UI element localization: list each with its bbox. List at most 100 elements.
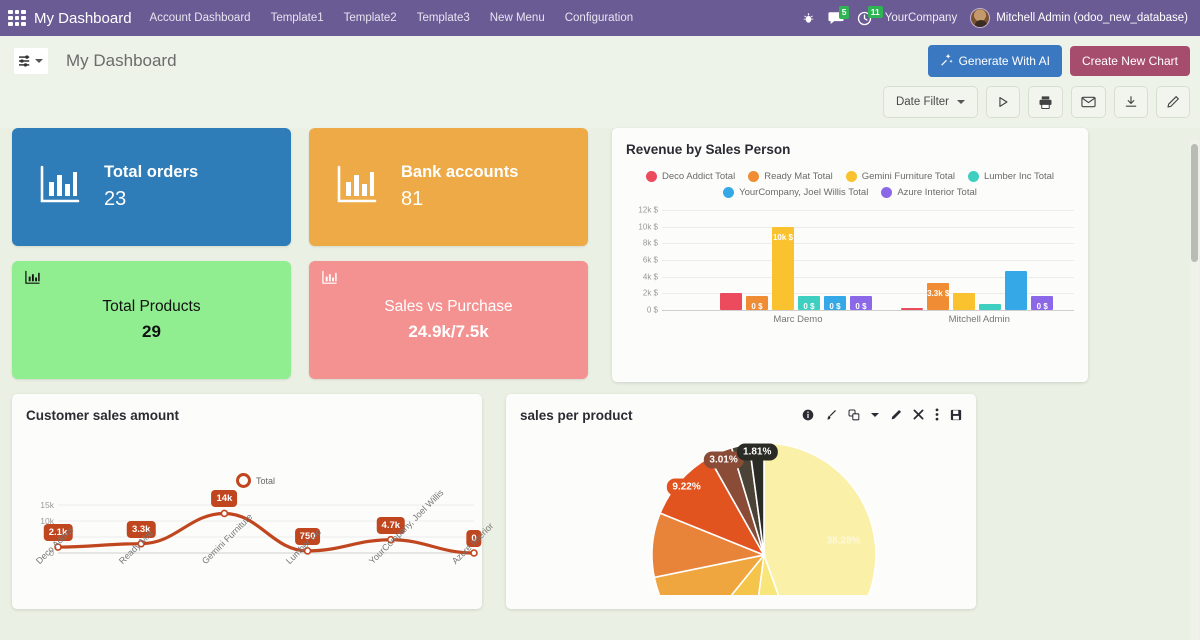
bar[interactable]	[953, 292, 976, 310]
legend-label: Deco Addict Total	[661, 171, 736, 182]
apps-grid-icon[interactable]	[6, 7, 28, 29]
bar-value-label: 0 $	[803, 301, 815, 311]
date-filter-label: Date Filter	[895, 96, 949, 108]
bar-value-label: 10k $	[772, 232, 793, 242]
y-tick-label: 4k $	[642, 272, 658, 282]
y-tick-label: 6k $	[642, 255, 658, 265]
top-navbar: My Dashboard Account Dashboard Template1…	[0, 0, 1200, 36]
legend-item-1[interactable]: Ready Mat Total	[748, 171, 833, 182]
legend-item-2[interactable]: Gemini Furniture Total	[845, 171, 955, 182]
legend-item-4[interactable]: YourCompany, Joel Willis Total	[723, 187, 868, 198]
kpi-value: 29	[142, 322, 161, 341]
create-new-chart-button[interactable]: Create New Chart	[1069, 46, 1190, 76]
play-icon[interactable]	[986, 86, 1020, 118]
kpi-tile-total-orders[interactable]: Total orders 23	[12, 128, 291, 246]
kpi-value: 23	[104, 187, 127, 210]
bar[interactable]: 0 $	[823, 295, 846, 311]
kpi-tiles-group: Total orders 23 Bank accounts 81 Total P…	[12, 128, 588, 382]
legend-color-dot	[881, 187, 893, 198]
legend-label: Gemini Furniture Total	[861, 171, 955, 182]
pencil-icon[interactable]	[1156, 86, 1190, 118]
control-panel-top-row: My Dashboard Generate With AI Create New…	[10, 44, 1190, 78]
bar[interactable]	[719, 292, 742, 310]
close-icon[interactable]	[913, 409, 924, 420]
company-selector[interactable]: YourCompany	[885, 12, 957, 24]
pencil-icon[interactable]	[890, 409, 902, 421]
bar-chart-x-axis: Marc Demo Mitchell Admin	[662, 314, 1074, 330]
bar-value-label: 0 $	[829, 301, 841, 311]
bar-chart-icon	[24, 270, 41, 291]
nav-link-account-dashboard[interactable]: Account Dashboard	[150, 12, 251, 24]
card-title: Revenue by Sales Person	[626, 142, 791, 157]
bar-chart-icon	[335, 164, 379, 211]
card-title: Customer sales amount	[26, 408, 180, 423]
nav-link-template2[interactable]: Template2	[344, 12, 397, 24]
nav-link-configuration[interactable]: Configuration	[565, 12, 633, 24]
bar-group-1: 3.3k $ 750 $ 0 $	[901, 270, 1054, 319]
paintbrush-icon[interactable]	[825, 409, 837, 421]
messages-icon[interactable]: 5	[828, 6, 850, 25]
kpi-value: 24.9k/7.5k	[408, 322, 489, 341]
bar[interactable]: 750 $	[979, 303, 1002, 319]
navbar-right-group: 5 11 YourCompany Mitchell Admin (odoo_ne…	[802, 5, 1192, 28]
vertical-scrollbar[interactable]	[1190, 140, 1199, 640]
legend-color-dot	[645, 171, 657, 182]
copy-icon[interactable]	[848, 409, 860, 421]
bar[interactable]	[901, 308, 924, 310]
scrollbar-thumb[interactable]	[1191, 144, 1198, 262]
kpi-tile-bank-accounts[interactable]: Bank accounts 81	[309, 128, 588, 246]
y-tick-label: 0 $	[646, 305, 658, 315]
generate-with-ai-button[interactable]: Generate With AI	[927, 45, 1062, 77]
control-panel-toolbar: Date Filter	[10, 78, 1190, 128]
nav-link-new-menu[interactable]: New Menu	[490, 12, 545, 24]
printer-icon[interactable]	[1028, 86, 1063, 118]
activities-badge: 11	[867, 5, 883, 18]
line-chart-plot: Total 0510k15k 2.1k3.3k14k7504.7k0 Deco …	[12, 429, 495, 599]
kebab-menu-icon[interactable]	[935, 408, 939, 421]
pie-slice-label: 9.22%	[666, 478, 707, 496]
card-sales-per-product: sales per product 38.28% 9.22% 3.01% 1.8…	[506, 394, 976, 609]
kpi-label: Sales vs Purchase	[384, 298, 513, 315]
kpi-label: Total Products	[102, 298, 201, 315]
kpi-label: Total orders	[104, 163, 199, 182]
legend-item-0[interactable]: Deco Addict Total	[645, 171, 736, 182]
legend-label: Ready Mat Total	[764, 171, 833, 182]
y-tick-label: 8k $	[642, 238, 658, 248]
bar[interactable]: 0 $	[1031, 295, 1054, 311]
view-switcher-icon[interactable]	[14, 48, 48, 74]
activities-clock-icon[interactable]: 11	[857, 5, 883, 26]
kpi-tile-sales-vs-purchase[interactable]: Sales vs Purchase 24.9k/7.5k	[309, 261, 588, 379]
dashboard-body: Total orders 23 Bank accounts 81 Total P…	[0, 128, 1200, 609]
nav-link-template1[interactable]: Template1	[271, 12, 324, 24]
date-filter-dropdown[interactable]: Date Filter	[882, 86, 978, 118]
bar-chart-icon	[321, 270, 338, 291]
legend-color-dot	[845, 171, 857, 182]
gridline	[662, 310, 1074, 311]
pie-slice-label: 38.28%	[820, 532, 867, 550]
bar[interactable]: 10k $	[771, 226, 794, 310]
bar[interactable]: 0 $	[745, 295, 768, 311]
bar-chart-plot: 0 $2k $4k $6k $8k $10k $12k $ 0 $10k $0 …	[624, 206, 1078, 325]
chevron-down-icon[interactable]	[871, 412, 879, 417]
brand-title[interactable]: My Dashboard	[34, 10, 132, 27]
legend-item-5[interactable]: Azure Interior Total	[881, 187, 977, 198]
bar[interactable]: 0 $	[849, 295, 872, 311]
kpi-tile-total-products[interactable]: Total Products 29	[12, 261, 291, 379]
card-revenue-by-sales-person: Revenue by Sales Person Deco Addict Tota…	[612, 128, 1088, 382]
save-icon[interactable]	[950, 409, 962, 421]
bar[interactable]: 3.3k $	[927, 282, 949, 310]
legend-item-3[interactable]: Lumber Inc Total	[967, 171, 1054, 182]
nav-link-template3[interactable]: Template3	[417, 12, 470, 24]
legend-color-dot	[748, 171, 760, 182]
bar[interactable]	[1005, 270, 1028, 310]
legend-label: YourCompany, Joel Willis Total	[739, 187, 869, 198]
info-icon[interactable]	[802, 409, 814, 421]
bug-icon[interactable]	[802, 12, 815, 25]
envelope-icon[interactable]	[1071, 86, 1106, 118]
user-menu[interactable]: Mitchell Admin (odoo_new_database)	[970, 8, 1188, 28]
page-title: My Dashboard	[66, 51, 177, 70]
download-icon[interactable]	[1114, 86, 1148, 118]
bar-value-label: 0 $	[855, 301, 867, 311]
pie-card-header: sales per product	[506, 394, 976, 423]
bar[interactable]: 0 $	[797, 295, 820, 311]
